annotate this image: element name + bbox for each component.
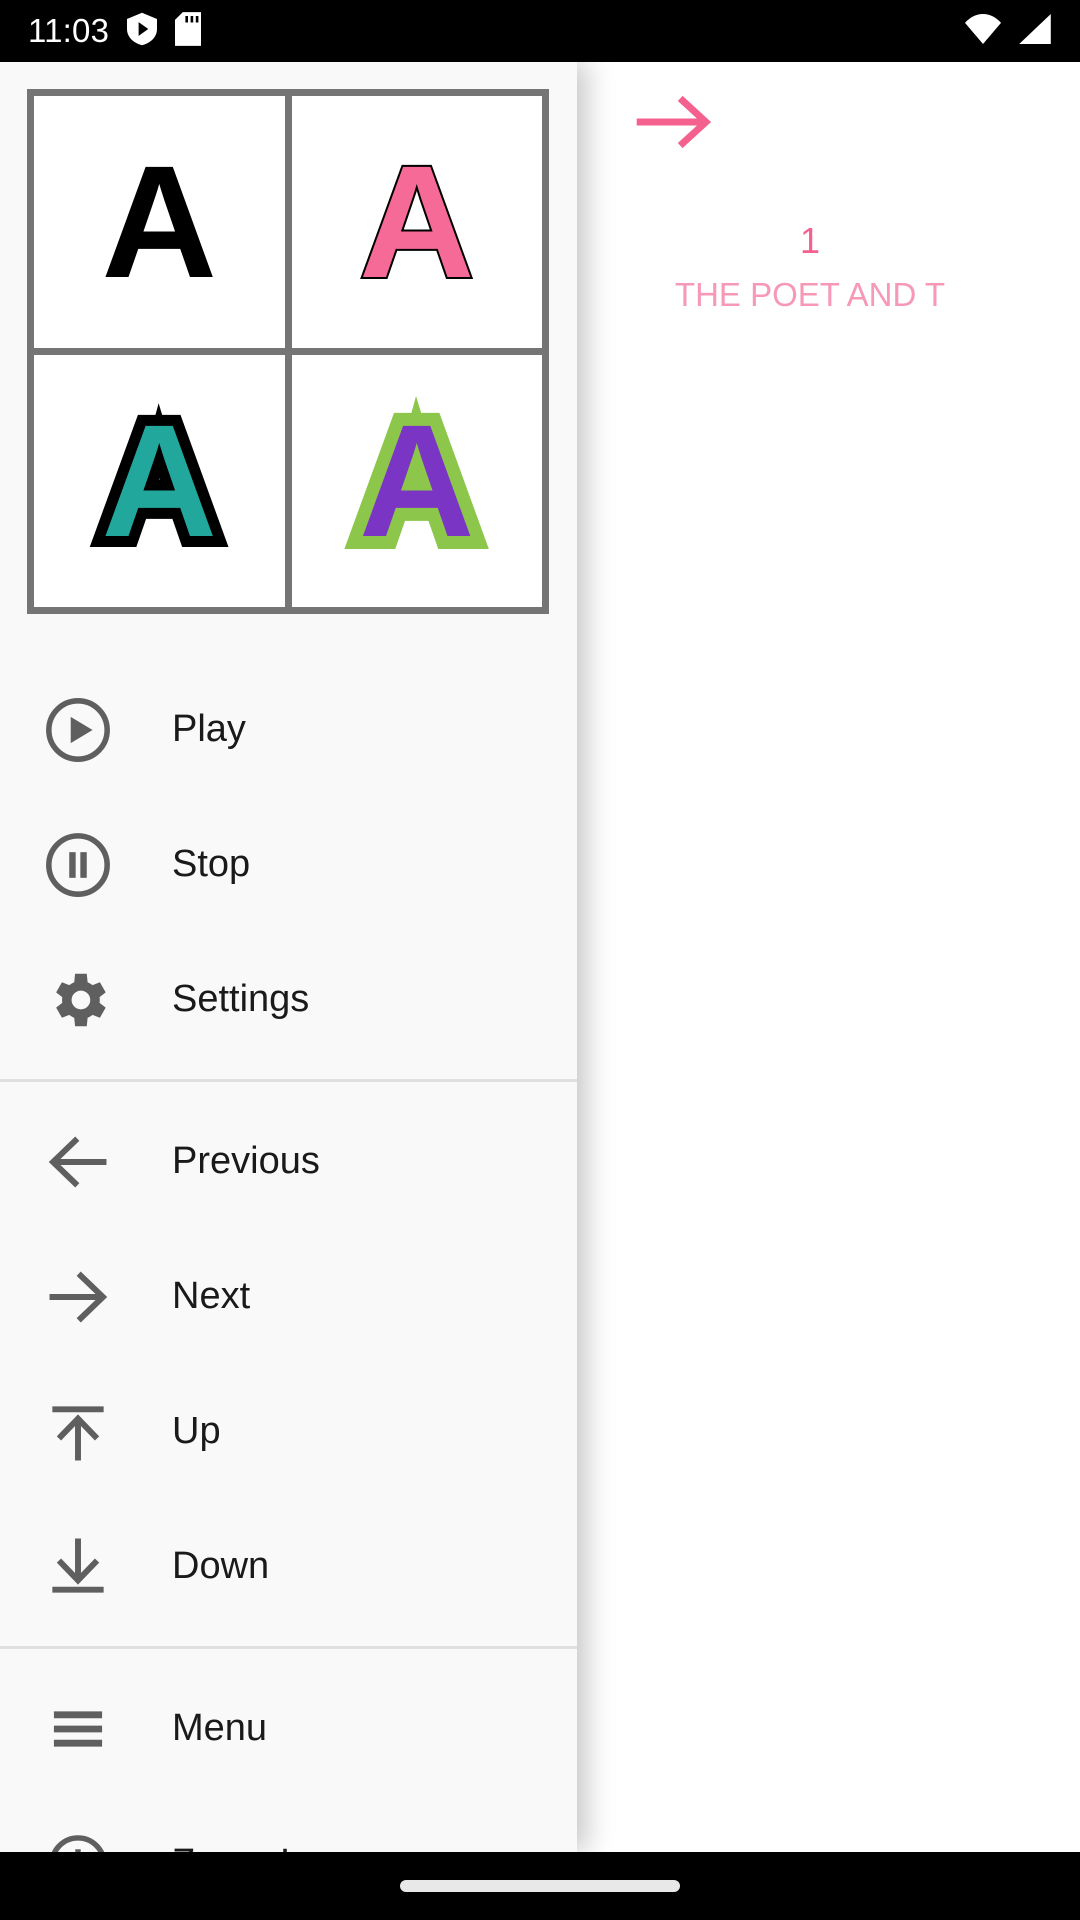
play-circle-icon	[28, 680, 128, 780]
text-style-picker: A A A A	[27, 89, 549, 614]
drawer-item-play[interactable]: Play	[0, 662, 577, 797]
arrow-left-icon	[28, 1112, 128, 1212]
sd-card-icon	[175, 11, 202, 51]
style-option-purple-green-outline[interactable]: A	[291, 355, 542, 607]
drawer-item-label: Up	[172, 1410, 221, 1452]
drawer-item-down[interactable]: Down	[0, 1499, 577, 1634]
drawer-item-label: Play	[172, 708, 246, 750]
tab-title: THE POET AND T	[674, 275, 946, 313]
status-bar-clock: 11:03	[28, 12, 110, 49]
style-glyph: A	[357, 132, 477, 311]
drawer-item-label: Next	[172, 1275, 251, 1317]
drawer-item-label: Previous	[172, 1140, 320, 1182]
arrow-right-icon	[28, 1247, 128, 1347]
play-protect-icon	[127, 12, 158, 51]
cellular-signal-icon	[1018, 13, 1052, 49]
drawer-item-label: Settings	[172, 978, 310, 1020]
status-bar: 11:03	[0, 0, 1080, 62]
next-page-button[interactable]	[630, 77, 720, 167]
style-glyph: A	[101, 132, 218, 311]
wifi-icon	[964, 13, 1002, 49]
status-bar-right-icons	[964, 13, 1052, 49]
drawer-divider	[0, 1646, 577, 1649]
gesture-pill[interactable]	[400, 1880, 680, 1892]
drawer-menu-list: Play Stop Settings Previous Next Up Down…	[0, 662, 577, 1852]
drawer-item-settings[interactable]: Settings	[0, 932, 577, 1067]
status-bar-left-icons	[127, 11, 202, 51]
navigation-drawer: A A A A Play Stop Settings Previous Next…	[0, 62, 577, 1852]
tab-number: 1	[799, 220, 821, 261]
drawer-item-next[interactable]: Next	[0, 1229, 577, 1364]
drawer-divider	[0, 1079, 577, 1082]
arrow-down-to-line-icon	[28, 1517, 128, 1617]
pause-circle-icon	[28, 815, 128, 915]
plus-circle-icon	[28, 1814, 128, 1852]
drawer-item-menu[interactable]: Menu	[0, 1661, 577, 1796]
style-glyph: A	[91, 390, 228, 572]
gear-icon	[28, 950, 128, 1050]
drawer-item-label: Stop	[172, 843, 251, 885]
drawer-item-label: Menu	[172, 1707, 268, 1749]
style-option-teal-black-outline[interactable]: A	[34, 355, 285, 607]
drawer-item-up[interactable]: Up	[0, 1364, 577, 1499]
arrow-right-icon	[636, 95, 712, 149]
tab-chapter-next[interactable]: 1 THE POET AND T	[540, 182, 1080, 314]
style-option-plain[interactable]: A	[34, 96, 285, 348]
arrow-up-to-line-icon	[28, 1382, 128, 1482]
drawer-item-zoom-in[interactable]: Zoom In	[0, 1796, 577, 1852]
drawer-item-stop[interactable]: Stop	[0, 797, 577, 932]
style-option-pink-outline[interactable]: A	[291, 96, 542, 348]
drawer-item-previous[interactable]: Previous	[0, 1094, 577, 1229]
hamburger-menu-icon	[28, 1679, 128, 1779]
phone-screen: 11:03 1 THE POET AND T A A A A Play Stop…	[0, 0, 1080, 1920]
drawer-item-label: Zoom In	[172, 1842, 311, 1852]
system-navigation-bar	[0, 1852, 1080, 1920]
drawer-item-label: Down	[172, 1545, 270, 1587]
style-glyph: A	[346, 388, 487, 574]
